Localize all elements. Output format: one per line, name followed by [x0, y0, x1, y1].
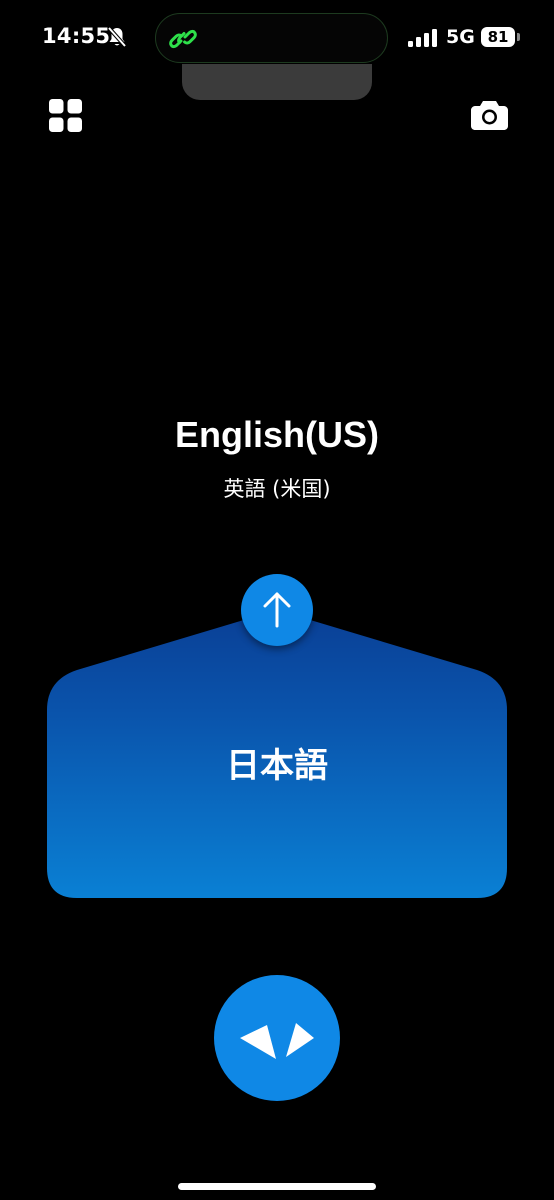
arrow-up-icon — [263, 592, 291, 628]
target-language-title[interactable]: English(US) — [0, 414, 554, 456]
status-time: 14:55 — [42, 24, 111, 48]
battery-tip — [517, 33, 520, 41]
signal-icon — [408, 29, 437, 47]
camera-icon — [471, 101, 508, 130]
grid-icon — [49, 99, 82, 132]
network-type: 5G — [446, 26, 475, 48]
talk-button[interactable] — [214, 975, 340, 1101]
home-indicator[interactable] — [178, 1183, 376, 1190]
camera-button[interactable] — [471, 98, 508, 131]
source-language-label: 日本語 — [226, 746, 328, 786]
dynamic-island[interactable] — [155, 13, 388, 63]
link-icon — [169, 29, 197, 49]
battery-level: 81 — [481, 27, 515, 47]
source-language-panel[interactable]: 日本語 — [47, 610, 507, 900]
target-language-native: 英語 (米国) — [223, 477, 331, 501]
island-expanded-pill — [182, 64, 372, 100]
talk-icon — [240, 1023, 314, 1059]
swap-direction-button[interactable] — [241, 574, 313, 646]
menu-grid-button[interactable] — [49, 99, 82, 132]
bell-slash-icon — [107, 26, 127, 48]
